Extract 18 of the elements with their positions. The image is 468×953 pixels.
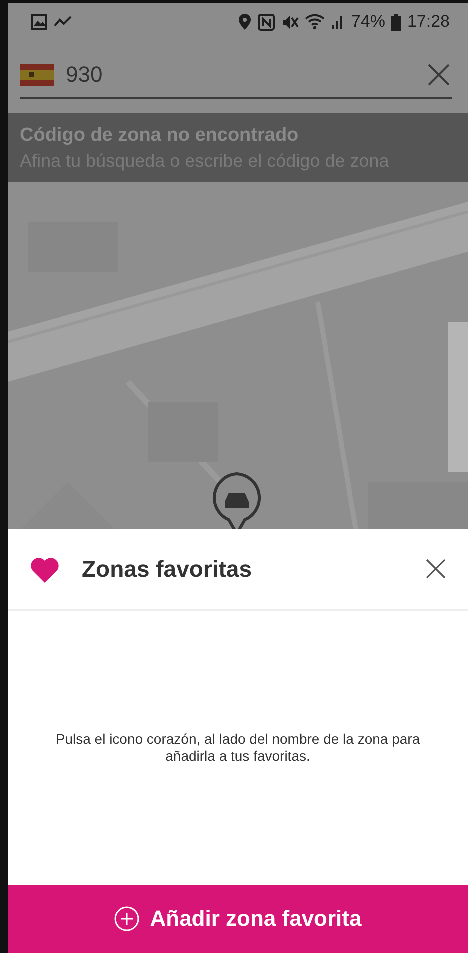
nfc-icon: [258, 14, 276, 30]
car-pin-icon[interactable]: [211, 472, 263, 529]
plus-icon: [114, 906, 140, 932]
sheet-title: Zonas favoritas: [82, 556, 253, 582]
add-favorite-button[interactable]: Añadir zona favorita: [8, 885, 468, 953]
mute-icon: [281, 14, 300, 30]
location-icon: [238, 13, 252, 31]
heart-icon: [30, 556, 60, 582]
activity-icon: [54, 15, 72, 29]
close-icon[interactable]: [426, 62, 452, 88]
battery-percent: 74%: [351, 12, 386, 32]
spain-flag-icon[interactable]: [20, 64, 54, 86]
clock-time: 17:28: [407, 12, 450, 32]
close-icon[interactable]: [424, 557, 448, 581]
gallery-icon: [30, 13, 48, 31]
empty-message: Pulsa el icono corazón, al lado del nombre de la zona para añadirla a tus favoritas.: [54, 731, 422, 765]
battery-icon: [391, 14, 402, 30]
wifi-icon: [305, 14, 326, 30]
